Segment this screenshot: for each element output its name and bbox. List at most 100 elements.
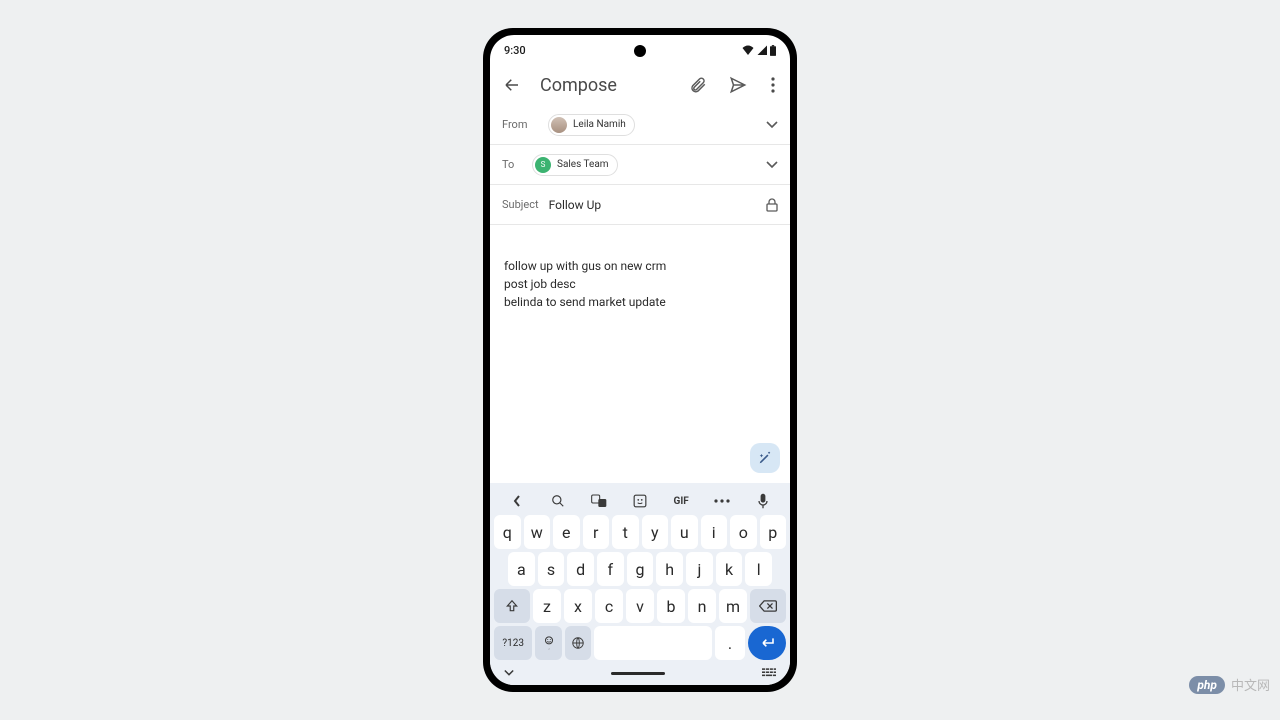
nav-bar [494,663,786,683]
key-q[interactable]: q [494,515,521,549]
send-button[interactable] [726,73,750,97]
nav-pill[interactable] [611,672,665,675]
symbols-key[interactable]: ?123 [494,626,532,660]
key-g[interactable]: g [627,552,654,586]
key-y[interactable]: y [642,515,669,549]
encryption-indicator[interactable] [766,198,778,212]
translate-icon [591,494,607,508]
to-avatar: S [535,157,551,173]
key-a[interactable]: a [508,552,535,586]
keyboard: GIF qwertyuiop asdfghjkl zxcvbnm ?123 , … [490,483,790,685]
more-button[interactable] [766,73,780,97]
kb-mic[interactable] [749,489,777,513]
key-o[interactable]: o [730,515,757,549]
key-u[interactable]: u [671,515,698,549]
back-button[interactable] [500,73,524,97]
key-k[interactable]: k [716,552,743,586]
key-n[interactable]: n [688,589,716,623]
phone-screen: 9:30 Compose From [490,35,790,685]
signal-icon [757,45,767,55]
arrow-left-icon [503,76,521,94]
to-label: To [502,158,522,171]
search-icon [551,494,565,508]
body-text: follow up with gus on new crm post job d… [504,259,666,309]
to-name: Sales Team [557,159,609,170]
from-avatar [551,117,567,133]
key-f[interactable]: f [597,552,624,586]
kb-more[interactable] [708,489,736,513]
key-h[interactable]: h [656,552,683,586]
kb-back[interactable] [503,489,531,513]
from-row[interactable]: From Leila Namih [490,105,790,145]
keyboard-grid-icon[interactable] [762,668,776,678]
smart-compose-button[interactable] [750,443,780,473]
kb-collapse-icon[interactable] [504,669,514,677]
attach-button[interactable] [686,73,710,97]
front-camera [634,45,646,57]
globe-icon [571,636,585,650]
chevron-left-icon [513,495,521,507]
emoji-icon: , [543,636,555,650]
sticker-icon [633,494,647,508]
key-x[interactable]: x [564,589,592,623]
key-v[interactable]: v [626,589,654,623]
compose-title: Compose [540,75,670,96]
send-icon [729,76,747,94]
language-key[interactable] [565,626,592,660]
kb-sticker[interactable] [626,489,654,513]
key-w[interactable]: w [524,515,551,549]
lock-icon [766,198,778,212]
watermark-text: 中文网 [1231,675,1270,694]
status-time: 9:30 [504,44,526,57]
subject-label: Subject [502,198,539,211]
to-expand[interactable] [766,161,778,169]
key-m[interactable]: m [719,589,747,623]
chevron-down-icon [766,161,778,169]
mic-icon [758,493,768,509]
to-row[interactable]: To S Sales Team [490,145,790,185]
from-expand[interactable] [766,121,778,129]
php-badge: php [1189,676,1225,694]
paperclip-icon [689,76,707,94]
key-l[interactable]: l [745,552,772,586]
subject-row[interactable]: Subject Follow Up [490,185,790,225]
enter-key[interactable] [748,626,786,660]
key-z[interactable]: z [533,589,561,623]
wifi-icon [742,45,754,55]
subject-value: Follow Up [549,198,602,212]
kb-gif[interactable]: GIF [667,489,695,513]
emoji-key[interactable]: , [535,626,562,660]
key-c[interactable]: c [595,589,623,623]
from-name: Leila Namih [573,119,626,130]
watermark: php 中文网 [1189,675,1270,694]
key-e[interactable]: e [553,515,580,549]
compose-header: Compose [490,65,790,105]
email-body[interactable]: follow up with gus on new crm post job d… [490,225,790,483]
key-r[interactable]: r [583,515,610,549]
key-i[interactable]: i [701,515,728,549]
key-t[interactable]: t [612,515,639,549]
kb-translate[interactable] [585,489,613,513]
more-vert-icon [771,77,775,93]
kb-row-2: asdfghjkl [494,552,786,586]
to-chip[interactable]: S Sales Team [532,154,618,176]
dots-icon [714,499,730,503]
chevron-down-icon [766,121,778,129]
phone-frame: 9:30 Compose From [483,28,797,692]
key-j[interactable]: j [686,552,713,586]
from-label: From [502,118,538,131]
keyboard-toolbar: GIF [494,487,786,515]
shift-icon [505,599,519,613]
period-key[interactable]: . [715,626,744,660]
key-d[interactable]: d [567,552,594,586]
shift-key[interactable] [494,589,530,623]
space-key[interactable] [594,626,712,660]
kb-search[interactable] [544,489,572,513]
key-p[interactable]: p [760,515,787,549]
kb-row-4: ?123 , . [494,626,786,660]
backspace-key[interactable] [750,589,786,623]
from-chip[interactable]: Leila Namih [548,114,635,136]
key-b[interactable]: b [657,589,685,623]
enter-icon [759,637,775,649]
key-s[interactable]: s [538,552,565,586]
